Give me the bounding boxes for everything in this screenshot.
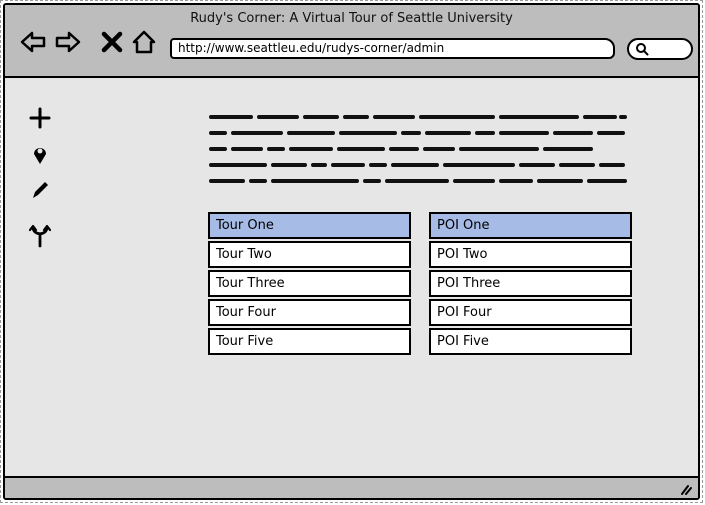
tours-list: Tour One Tour Two Tour Three Tour Four T… <box>208 212 411 357</box>
browser-window: Rudy's Corner: A Virtual Tour of Seattle… <box>3 3 700 500</box>
poi-list: POI One POI Two POI Three POI Four POI F… <box>429 212 632 357</box>
placeholder-text-scribble <box>209 115 627 183</box>
tour-list-item[interactable]: Tour One <box>208 212 411 239</box>
window-title: Rudy's Corner: A Virtual Tour of Seattle… <box>190 11 513 26</box>
home-icon[interactable] <box>131 29 157 55</box>
poi-list-item[interactable]: POI Two <box>429 241 632 268</box>
poi-list-item[interactable]: POI Five <box>429 328 632 355</box>
tour-list-item[interactable]: Tour Three <box>208 270 411 297</box>
browser-toolbar: Rudy's Corner: A Virtual Tour of Seattle… <box>5 5 698 78</box>
status-bar <box>5 476 698 498</box>
map-pin-icon[interactable] <box>27 141 53 167</box>
merge-icon[interactable] <box>27 223 53 249</box>
poi-list-item[interactable]: POI Three <box>429 270 632 297</box>
close-icon[interactable] <box>99 29 125 55</box>
forward-arrow-icon[interactable] <box>55 29 81 55</box>
tour-list-item[interactable]: Tour Five <box>208 328 411 355</box>
pencil-icon[interactable] <box>27 177 53 203</box>
address-bar[interactable]: http://www.seattleu.edu/rudys-corner/adm… <box>170 38 615 59</box>
resize-grip-icon[interactable] <box>676 480 692 496</box>
plus-icon[interactable] <box>27 105 53 131</box>
back-arrow-icon[interactable] <box>20 29 46 55</box>
tour-list-item[interactable]: Tour Two <box>208 241 411 268</box>
tour-list-item[interactable]: Tour Four <box>208 299 411 326</box>
search-box[interactable] <box>627 38 693 60</box>
poi-list-item[interactable]: POI Four <box>429 299 632 326</box>
poi-list-item[interactable]: POI One <box>429 212 632 239</box>
search-icon <box>636 43 649 56</box>
